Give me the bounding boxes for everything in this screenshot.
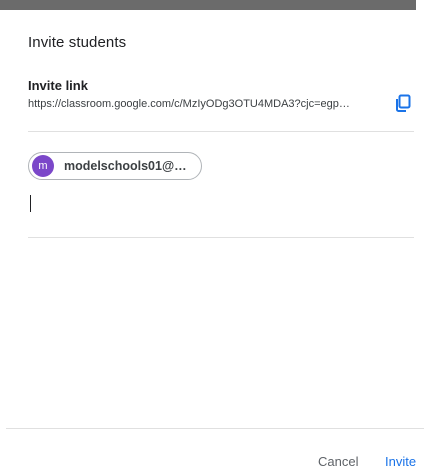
copy-link-button[interactable] bbox=[392, 94, 414, 116]
footer-divider bbox=[6, 428, 424, 429]
recipient-chip[interactable]: m modelschools01@… bbox=[28, 152, 202, 180]
recipient-input-underline bbox=[28, 237, 414, 238]
divider bbox=[28, 131, 414, 132]
recipient-input-caret[interactable] bbox=[30, 195, 31, 212]
dialog-title: Invite students bbox=[28, 34, 127, 51]
invite-students-dialog: Invite students Invite link https://clas… bbox=[0, 0, 424, 469]
invite-link-url[interactable]: https://classroom.google.com/c/MzIyODg3O… bbox=[28, 98, 378, 110]
recipient-email: modelschools01@… bbox=[64, 159, 187, 173]
avatar: m bbox=[32, 155, 54, 177]
copy-icon bbox=[395, 94, 411, 117]
invite-link-label: Invite link bbox=[28, 78, 88, 93]
